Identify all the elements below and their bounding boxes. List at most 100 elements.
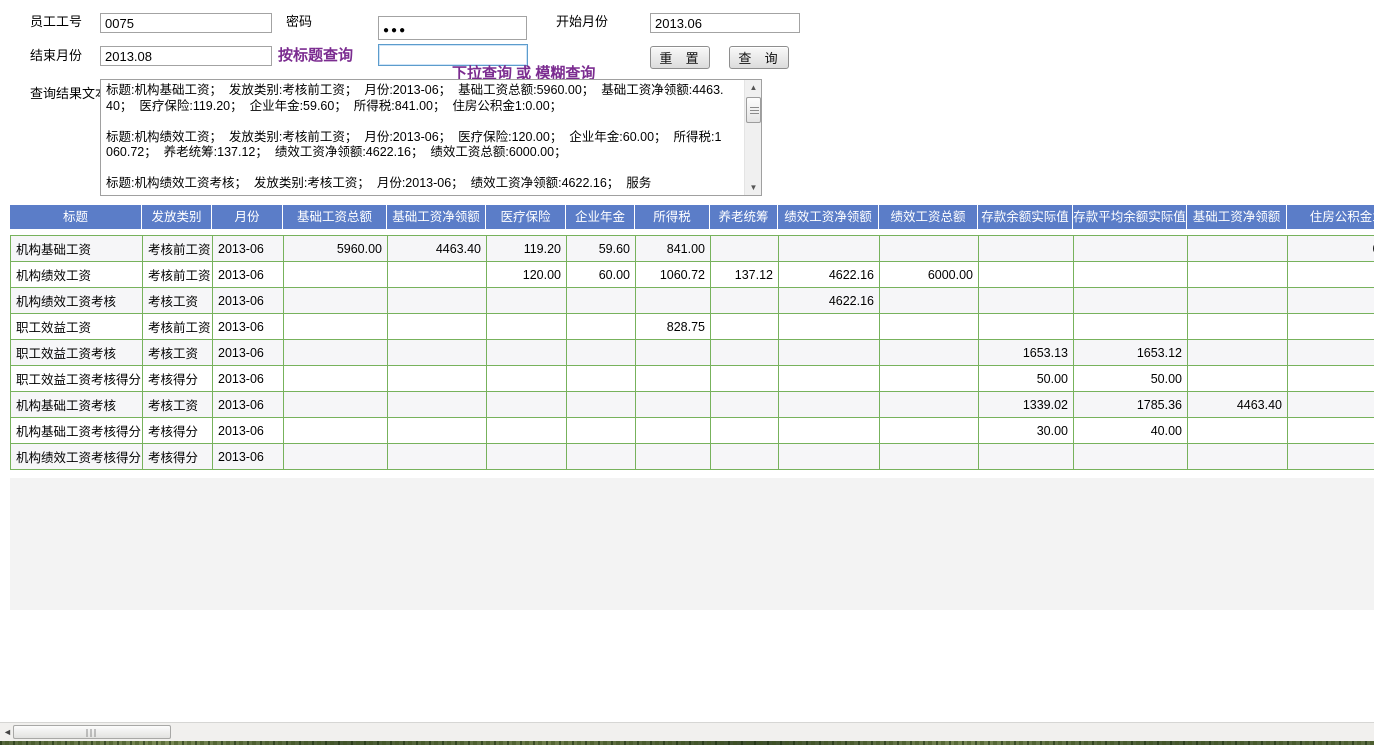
column-header-3[interactable]: 基础工资总额 — [283, 205, 387, 229]
cell[interactable] — [779, 236, 880, 262]
table-row[interactable]: 职工效益工资考核得分考核得分2013-0650.0050.00 — [11, 366, 1374, 392]
cell[interactable]: 828.75 — [636, 314, 711, 340]
table-row[interactable]: 职工效益工资考核前工资2013-06828.75 — [11, 314, 1374, 340]
cell[interactable]: 5960.00 — [284, 236, 388, 262]
cell[interactable]: 40.00 — [1074, 418, 1188, 444]
result-textarea[interactable]: 标题:机构基础工资； 发放类别:考核前工资； 月份:2013-06； 基础工资总… — [100, 79, 762, 196]
cell[interactable]: 职工效益工资考核 — [11, 340, 143, 366]
cell[interactable] — [1288, 340, 1374, 366]
cell[interactable]: 职工效益工资考核得分 — [11, 366, 143, 392]
column-header-13[interactable]: 基础工资净领额 — [1187, 205, 1287, 229]
start-month-input[interactable] — [650, 13, 800, 33]
table-row[interactable]: 机构绩效工资考核前工资2013-06120.0060.001060.72137.… — [11, 262, 1374, 288]
end-month-input[interactable] — [100, 46, 272, 66]
cell[interactable] — [779, 418, 880, 444]
column-header-9[interactable]: 绩效工资净领额 — [778, 205, 879, 229]
cell[interactable] — [1074, 288, 1188, 314]
query-button[interactable]: 查 询 — [729, 46, 789, 69]
cell[interactable]: 考核前工资 — [143, 314, 213, 340]
scrollbar-thumb[interactable] — [746, 97, 761, 123]
cell[interactable]: 考核得分 — [143, 366, 213, 392]
column-header-11[interactable]: 存款余额实际值 — [978, 205, 1073, 229]
cell[interactable] — [979, 236, 1074, 262]
cell[interactable] — [284, 418, 388, 444]
cell[interactable]: 2013-06 — [213, 366, 284, 392]
column-header-12[interactable]: 存款平均余额实际值 — [1073, 205, 1187, 229]
cell[interactable] — [711, 366, 779, 392]
column-header-8[interactable]: 养老统筹 — [710, 205, 778, 229]
reset-button[interactable]: 重 置 — [650, 46, 710, 69]
cell[interactable] — [284, 262, 388, 288]
cell[interactable] — [388, 418, 487, 444]
cell[interactable]: 考核得分 — [143, 418, 213, 444]
cell[interactable]: 120.00 — [487, 262, 567, 288]
cell[interactable]: 119.20 — [487, 236, 567, 262]
column-header-5[interactable]: 医疗保险 — [486, 205, 566, 229]
column-header-0[interactable]: 标题 — [10, 205, 142, 229]
result-vertical-scrollbar[interactable]: ▲ ▼ — [744, 80, 761, 195]
cell[interactable]: 4463.40 — [1188, 392, 1288, 418]
cell[interactable]: 59.60 — [567, 236, 636, 262]
cell[interactable] — [979, 288, 1074, 314]
cell[interactable] — [880, 288, 979, 314]
cell[interactable] — [779, 366, 880, 392]
cell[interactable] — [567, 340, 636, 366]
cell[interactable] — [567, 366, 636, 392]
cell[interactable] — [880, 418, 979, 444]
cell[interactable] — [880, 314, 979, 340]
cell[interactable]: 2013-06 — [213, 288, 284, 314]
cell[interactable] — [636, 366, 711, 392]
cell[interactable]: 机构基础工资考核 — [11, 392, 143, 418]
cell[interactable] — [636, 444, 711, 470]
table-row[interactable]: 机构基础工资考核考核工资2013-061339.021785.364463.40 — [11, 392, 1374, 418]
cell[interactable]: 2013-06 — [213, 444, 284, 470]
cell[interactable] — [1074, 236, 1188, 262]
cell[interactable]: 机构绩效工资考核得分 — [11, 444, 143, 470]
cell[interactable] — [1188, 366, 1288, 392]
cell[interactable]: 1653.13 — [979, 340, 1074, 366]
cell[interactable] — [1288, 366, 1374, 392]
cell[interactable]: 137.12 — [711, 262, 779, 288]
cell[interactable]: 考核工资 — [143, 340, 213, 366]
scroll-up-icon[interactable]: ▲ — [745, 80, 762, 95]
cell[interactable]: 841.00 — [636, 236, 711, 262]
cell[interactable]: 2013-06 — [213, 418, 284, 444]
cell[interactable] — [1288, 392, 1374, 418]
cell[interactable]: 机构绩效工资考核 — [11, 288, 143, 314]
cell[interactable]: 职工效益工资 — [11, 314, 143, 340]
cell[interactable] — [487, 366, 567, 392]
table-row[interactable]: 机构基础工资考核前工资2013-065960.004463.40119.2059… — [11, 236, 1374, 262]
cell[interactable] — [636, 340, 711, 366]
cell[interactable] — [880, 366, 979, 392]
cell[interactable] — [711, 340, 779, 366]
cell[interactable]: 考核工资 — [143, 288, 213, 314]
cell[interactable]: 考核前工资 — [143, 262, 213, 288]
cell[interactable] — [567, 444, 636, 470]
cell[interactable] — [1188, 288, 1288, 314]
cell[interactable] — [636, 288, 711, 314]
cell[interactable] — [487, 418, 567, 444]
column-header-4[interactable]: 基础工资净领额 — [387, 205, 486, 229]
cell[interactable] — [1288, 418, 1374, 444]
cell[interactable]: 4622.16 — [779, 262, 880, 288]
column-header-14[interactable]: 住房公积金1 — [1287, 205, 1374, 229]
cell[interactable] — [1188, 262, 1288, 288]
scroll-left-icon[interactable]: ◄ — [3, 726, 12, 739]
cell[interactable] — [487, 288, 567, 314]
cell[interactable] — [711, 236, 779, 262]
cell[interactable] — [1288, 262, 1374, 288]
cell[interactable] — [979, 314, 1074, 340]
cell[interactable] — [1074, 444, 1188, 470]
cell[interactable]: 60.00 — [567, 262, 636, 288]
cell[interactable] — [388, 288, 487, 314]
table-row[interactable]: 职工效益工资考核考核工资2013-061653.131653.12 — [11, 340, 1374, 366]
cell[interactable] — [711, 314, 779, 340]
cell[interactable]: 50.00 — [1074, 366, 1188, 392]
cell[interactable] — [779, 392, 880, 418]
cell[interactable]: 4622.16 — [779, 288, 880, 314]
table-row[interactable]: 机构绩效工资考核得分考核得分2013-06 — [11, 444, 1374, 470]
cell[interactable] — [1288, 288, 1374, 314]
cell[interactable]: 机构绩效工资 — [11, 262, 143, 288]
cell[interactable]: 2013-06 — [213, 392, 284, 418]
cell[interactable] — [567, 288, 636, 314]
